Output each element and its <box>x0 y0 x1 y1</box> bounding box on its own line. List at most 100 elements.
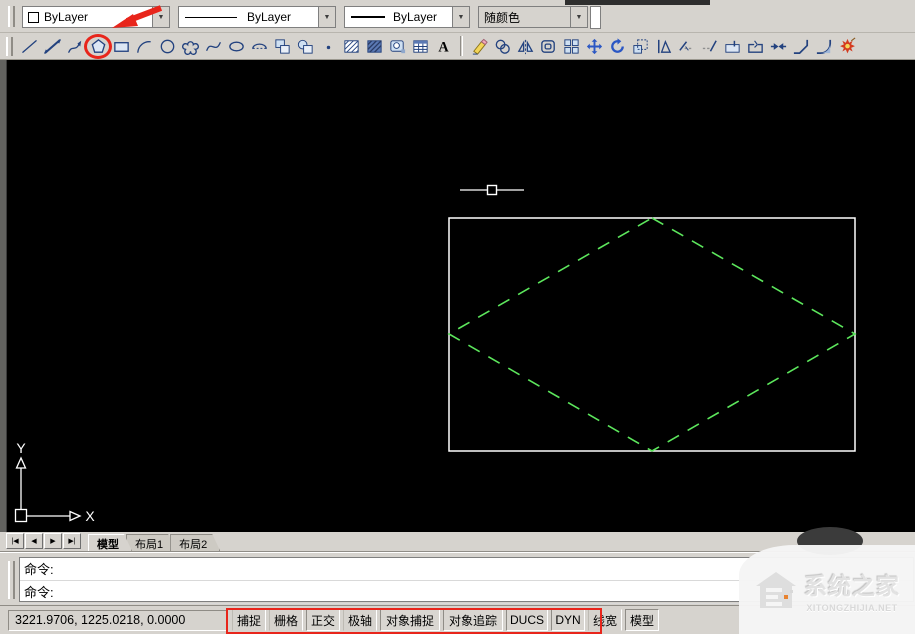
elliparc-icon <box>250 37 269 56</box>
arc-tool[interactable] <box>133 34 156 58</box>
linetype-combo[interactable]: ByLayer ▼ <box>178 6 336 28</box>
spline-tool[interactable] <box>202 34 225 58</box>
revision-cloud-tool[interactable] <box>179 34 202 58</box>
polyline-tool[interactable] <box>64 34 87 58</box>
scale-icon <box>631 37 650 56</box>
status-osnap[interactable]: 对象捕捉 <box>380 609 440 631</box>
drawing-canvas[interactable]: YX <box>0 60 915 532</box>
xline-icon <box>43 37 62 56</box>
status-grid[interactable]: 栅格 <box>269 609 303 631</box>
chevron-down-icon[interactable]: ▼ <box>318 7 335 27</box>
erase-tool[interactable] <box>468 34 491 58</box>
status-ortho[interactable]: 正交 <box>306 609 340 631</box>
mirror-tool[interactable] <box>514 34 537 58</box>
watermark-title: 系统之家 <box>804 567 900 601</box>
lineweight-sample <box>351 16 385 18</box>
stretch-tool[interactable] <box>652 34 675 58</box>
circle-icon <box>158 37 177 56</box>
status-toggle-buttons: 捕捉栅格正交极轴对象捕捉对象追踪DUCSDYN线宽模型 <box>232 609 659 631</box>
status-ducs[interactable]: DUCS <box>506 609 548 631</box>
color-combo[interactable]: ByLayer ▼ <box>22 6 170 28</box>
status-lineweight[interactable]: 线宽 <box>588 609 622 631</box>
plotstyle-combo[interactable]: 随颜色 ▼ <box>478 6 588 28</box>
move-tool[interactable] <box>583 34 606 58</box>
multiline-text-tool[interactable]: A <box>432 34 455 58</box>
tab-nav-first[interactable]: |◀ <box>6 533 24 549</box>
rectangle-tool[interactable] <box>110 34 133 58</box>
offset-tool[interactable] <box>537 34 560 58</box>
insert-block-tool[interactable] <box>271 34 294 58</box>
plotstyle-combo-value: 随颜色 <box>479 9 570 26</box>
chevron-down-icon[interactable]: ▼ <box>452 7 469 27</box>
chevron-down-icon[interactable]: ▼ <box>152 7 169 27</box>
tab-model[interactable]: 模型 <box>88 534 132 551</box>
status-snap[interactable]: 捕捉 <box>232 609 266 631</box>
explode-tool[interactable] <box>836 34 859 58</box>
watermark-text: 系统之家 XITONGZHIJIA.NET <box>804 567 900 613</box>
tab-nav-next[interactable]: ▶ <box>44 533 62 549</box>
explode-icon <box>838 37 857 56</box>
array-tool[interactable] <box>560 34 583 58</box>
break-at-point-tool[interactable] <box>721 34 744 58</box>
layout-tabs: 模型布局1布局2 <box>88 534 214 551</box>
extend-tool[interactable] <box>698 34 721 58</box>
erase-icon <box>470 37 489 56</box>
toolbar-separator <box>460 36 463 56</box>
chamfer-icon <box>792 37 811 56</box>
make-block-tool[interactable] <box>294 34 317 58</box>
ellipse-icon <box>227 37 246 56</box>
lineweight-combo-value: ByLayer <box>385 10 452 24</box>
hatch-icon <box>342 37 361 56</box>
autocad-window: ByLayer ▼ ByLayer ▼ ByLayer ▼ 随颜色 ▼ A <box>0 0 915 634</box>
chamfer-tool[interactable] <box>790 34 813 58</box>
hatch-tool[interactable] <box>340 34 363 58</box>
status-dyn[interactable]: DYN <box>551 609 585 631</box>
lineweight-combo[interactable]: ByLayer ▼ <box>344 6 470 28</box>
gradient-tool[interactable] <box>363 34 386 58</box>
break-icon <box>746 37 765 56</box>
drawn-diamond[interactable] <box>449 218 855 451</box>
command-grip[interactable] <box>8 561 15 599</box>
watermark: 系统之家 XITONGZHIJIA.NET <box>739 545 915 634</box>
fillet-tool[interactable] <box>813 34 836 58</box>
offset-icon <box>539 37 558 56</box>
chevron-down-icon[interactable]: ▼ <box>570 7 587 27</box>
array-icon <box>562 37 581 56</box>
table-tool[interactable] <box>409 34 432 58</box>
join-tool[interactable] <box>767 34 790 58</box>
dock-rail <box>0 60 7 532</box>
construction-line-tool[interactable] <box>41 34 64 58</box>
coordinates-readout: 3221.9706, 1225.0218, 0.0000 <box>8 610 228 631</box>
crosshair-cursor <box>460 186 524 195</box>
region-icon <box>388 37 407 56</box>
circle-tool[interactable] <box>156 34 179 58</box>
revcloud-icon <box>181 37 200 56</box>
toolbar-grip[interactable] <box>6 37 13 56</box>
color-combo-value: ByLayer <box>39 10 152 24</box>
tab-nav-last[interactable]: ▶| <box>63 533 81 549</box>
gradient-icon <box>365 37 384 56</box>
status-model[interactable]: 模型 <box>625 609 659 631</box>
polygon-icon <box>89 37 108 56</box>
toolbar-grip[interactable] <box>8 6 15 27</box>
draw-toolbar: A <box>18 34 455 58</box>
scale-tool[interactable] <box>629 34 652 58</box>
rotate-tool[interactable] <box>606 34 629 58</box>
point-tool[interactable] <box>317 34 340 58</box>
break-tool[interactable] <box>744 34 767 58</box>
tab-layout2[interactable]: 布局2 <box>170 534 220 551</box>
region-tool[interactable] <box>386 34 409 58</box>
ellipse-tool[interactable] <box>225 34 248 58</box>
status-polar[interactable]: 极轴 <box>343 609 377 631</box>
tab-nav-prev[interactable]: ◀ <box>25 533 43 549</box>
line-tool[interactable] <box>18 34 41 58</box>
house-logo-icon <box>754 570 798 610</box>
tab-layout1[interactable]: 布局1 <box>126 534 176 551</box>
drawn-rectangle[interactable] <box>449 218 855 451</box>
status-otrack[interactable]: 对象追踪 <box>443 609 503 631</box>
ellipse-arc-tool[interactable] <box>248 34 271 58</box>
copy-tool[interactable] <box>491 34 514 58</box>
partial-panel-edge <box>590 6 601 29</box>
polygon-tool[interactable] <box>87 34 110 58</box>
trim-tool[interactable] <box>675 34 698 58</box>
